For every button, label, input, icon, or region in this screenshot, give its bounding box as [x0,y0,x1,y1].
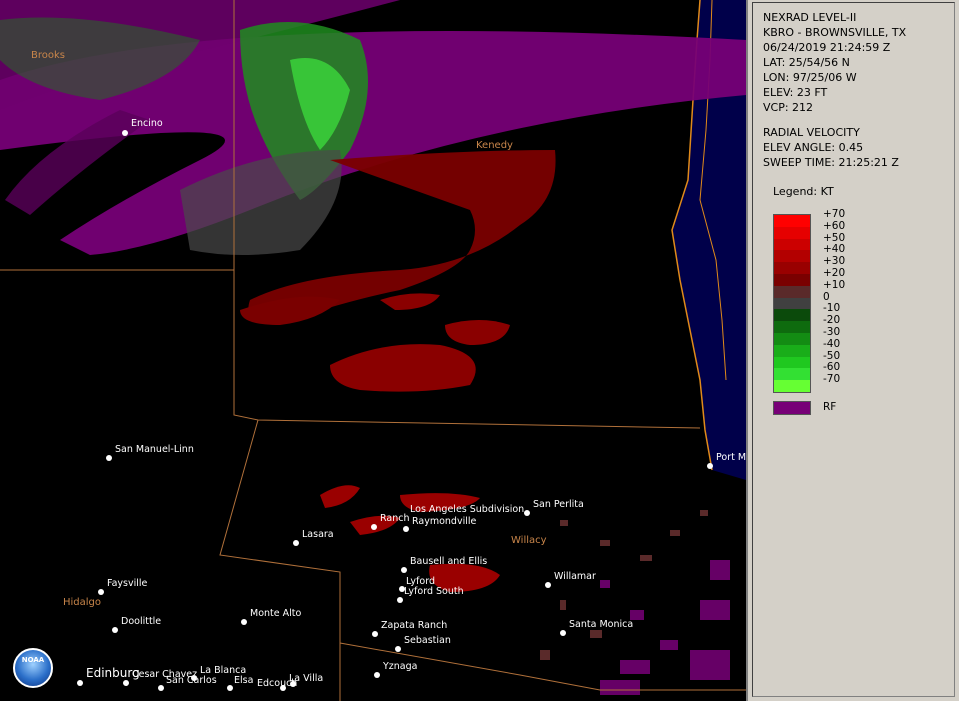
legend-swatch [774,356,810,369]
site-label: KBRO - BROWNSVILLE, TX [763,26,907,39]
city-label-elsa: Elsa [234,675,254,686]
legend-value-label: -40 [823,337,841,350]
legend-labels: +70 +60 +50 +40 +30 +20 +10 0 -10 -20 -30 -40 -50 -60… [823,208,846,386]
product-type-label: RADIAL VELOCITY [763,126,860,139]
noaa-logo-text: NOAA [21,656,45,664]
datetime-label: 06/24/2019 21:24:59 Z [763,41,891,54]
legend-swatch [774,226,810,239]
city-label-lyford-south: Lyford South [404,586,464,597]
elev-label: ELEV: 23 FT [763,86,828,99]
legend-swatch [774,250,810,263]
city-label-la-villa: La Villa [289,673,324,684]
city-label-los-angeles-subdivision: Los Angeles Subdivision [410,504,525,515]
city-label-doolittle: Doolittle [121,616,162,627]
city-label-santa-monica: Santa Monica [569,619,634,630]
legend-value-label: -30 [823,325,841,338]
vcp-label: VCP: 212 [763,101,814,114]
city-label-monte-alto: Monte Alto [250,608,302,619]
border-hidalgo [219,419,341,701]
city-label-san-perlita: San Perlita [533,499,584,510]
radar-map[interactable]: Brooks Kenedy Willacy Hidalgo Encino San… [0,0,748,701]
rf-color-swatch [773,401,811,415]
sweep-time-label: SWEEP TIME: 21:25:21 Z [763,156,899,169]
legend-value-label: -70 [823,373,841,386]
info-panel: NEXRAD LEVEL-II KBRO - BROWNSVILLE, TX 0… [752,2,955,697]
legend-value-label: +10 [823,278,846,291]
county-label-hidalgo: Hidalgo [63,597,102,608]
legend-swatch [774,262,810,274]
legend-swatch [774,380,810,392]
city-label-san-carlos: San Carlos [166,675,217,686]
legend-title: Legend: KT [773,185,834,198]
legend-swatch [774,297,810,310]
lon-label: LON: 97/25/06 W [763,71,857,84]
legend-swatch [774,309,810,322]
county-label-brooks: Brooks [31,50,65,61]
legend-value-label: +60 [823,219,846,232]
radar-layer [0,0,746,701]
city-label-san-manuel-linn: San Manuel-Linn [115,444,194,455]
city-label-lasara: Lasara [302,529,334,540]
legend-swatch [774,273,810,286]
legend-value-label: +20 [823,266,846,279]
city-label-zapata-ranch: Zapata Ranch [381,620,448,631]
elev-angle-label: ELEV ANGLE: 0.45 [763,141,864,154]
legend-swatch [774,238,810,251]
city-label-faysville: Faysville [107,578,148,589]
city-label-yznaga: Yznaga [383,661,418,672]
legend-color-scale [773,214,811,393]
legend-swatch [774,332,810,345]
product-label: NEXRAD LEVEL-II [763,11,857,24]
site-info: NEXRAD LEVEL-II KBRO - BROWNSVILLE, TX 0… [753,10,906,115]
legend-swatch [774,321,810,333]
city-label-port-mansfield: Port M [716,452,747,463]
legend-swatch [774,368,810,381]
city-label-raymondville: Raymondville [412,516,477,527]
legend-swatch [774,215,810,227]
city-label-willamar: Willamar [554,571,596,582]
noaa-logo: NOAA [13,648,53,688]
outbound-red-2 [330,344,476,392]
velocity-info: RADIAL VELOCITY ELEV ANGLE: 0.45 SWEEP T… [753,125,899,170]
county-label-kenedy: Kenedy [476,140,513,151]
legend-swatch [774,344,810,357]
legend-swatch [774,285,810,298]
county-label-willacy: Willacy [511,535,547,546]
lat-label: LAT: 25/54/56 N [763,56,850,69]
city-label-bausell-and-ellis: Bausell and Ellis [410,556,488,567]
city-label-ranch: Ranch [380,513,410,524]
rf-label: RF [823,401,837,413]
city-label-encino: Encino [131,118,163,129]
city-label-sebastian: Sebastian [404,635,451,646]
